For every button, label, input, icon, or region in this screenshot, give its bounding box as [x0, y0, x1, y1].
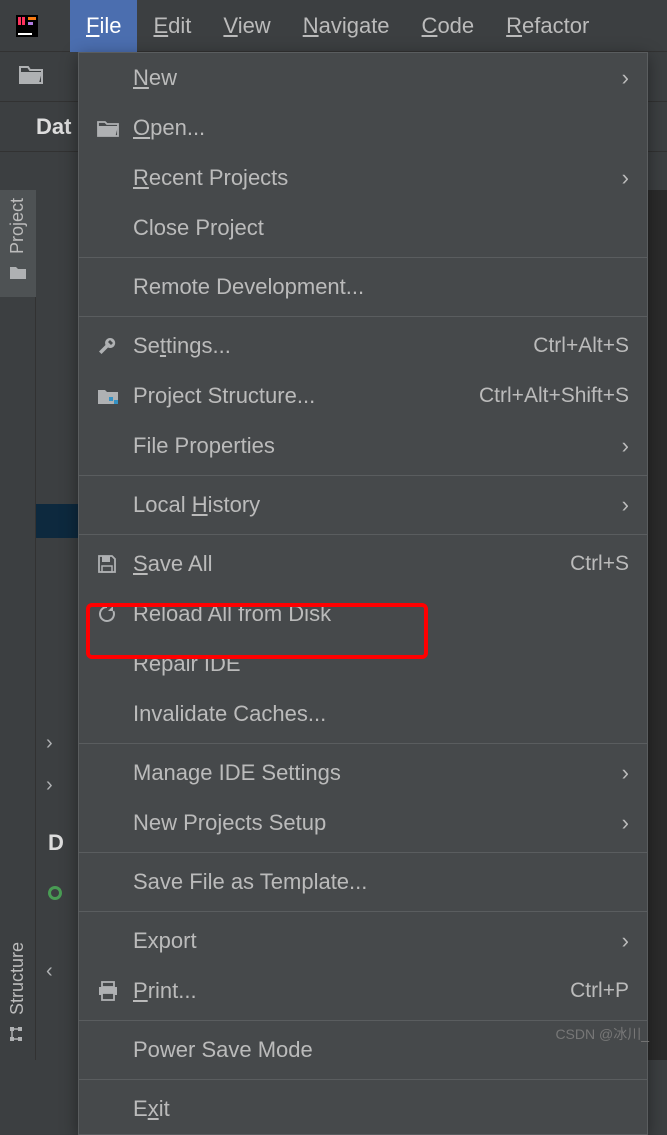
menu-file-properties[interactable]: File Properties › — [79, 421, 647, 471]
menu-separator — [79, 257, 647, 258]
menu-view[interactable]: View — [207, 0, 286, 52]
shortcut-label: Ctrl+Alt+Shift+S — [479, 384, 629, 408]
menu-recent-projects[interactable]: Recent Projects › — [79, 153, 647, 203]
open-folder-icon — [97, 119, 133, 137]
menu-separator — [79, 316, 647, 317]
menu-item-label: New Projects Setup — [133, 810, 614, 836]
menu-local-history[interactable]: Local History › — [79, 480, 647, 530]
shortcut-label: Ctrl+Alt+S — [533, 334, 629, 358]
menu-new-projects-setup[interactable]: New Projects Setup › — [79, 798, 647, 848]
menu-separator — [79, 1079, 647, 1080]
structure-icon — [9, 1025, 27, 1048]
menu-item-label: Repair IDE — [133, 651, 629, 677]
menu-item-label: Project Structure... — [133, 383, 479, 409]
submenu-arrow-icon: › — [622, 810, 629, 836]
menu-item-label: Export — [133, 928, 614, 954]
submenu-arrow-icon: › — [622, 928, 629, 954]
menu-invalidate-caches[interactable]: Invalidate Caches... — [79, 689, 647, 739]
menubar: File Edit View Navigate Code Refactor — [0, 0, 667, 52]
shortcut-label: Ctrl+P — [570, 979, 629, 1003]
menu-separator — [79, 911, 647, 912]
menu-item-label: Recent Projects — [133, 165, 614, 191]
menu-item-label: Invalidate Caches... — [133, 701, 629, 727]
watermark: CSDN @冰川_ — [555, 1024, 649, 1044]
menu-item-label: Reload All from Disk — [133, 601, 629, 627]
project-tree-strip: › › D ‹ — [36, 190, 80, 1060]
menu-exit[interactable]: Exit — [79, 1084, 647, 1134]
menu-print[interactable]: Print...Ctrl+P — [79, 966, 647, 1016]
tree-selection — [36, 504, 79, 538]
file-menu-dropdown: New › Open... Recent Projects › Close Project… — [78, 52, 648, 1135]
menu-separator — [79, 1020, 647, 1021]
menu-new[interactable]: New › — [79, 53, 647, 103]
menu-separator — [79, 475, 647, 476]
menu-manage-ide-settings[interactable]: Manage IDE Settings › — [79, 748, 647, 798]
left-arrow-icon[interactable]: ‹ — [46, 960, 53, 983]
menu-navigate[interactable]: Navigate — [287, 0, 406, 52]
menu-reload-all-from-disk[interactable]: Reload All from Disk — [79, 589, 647, 639]
wrench-icon — [97, 336, 133, 356]
submenu-arrow-icon: › — [622, 492, 629, 518]
submenu-arrow-icon: › — [622, 433, 629, 459]
menu-item-label: Save All — [133, 551, 570, 577]
menu-separator — [79, 534, 647, 535]
print-icon — [97, 981, 133, 1001]
menu-save-file-as-template[interactable]: Save File as Template... — [79, 857, 647, 907]
breadcrumb-text: Dat — [36, 114, 71, 140]
chevron-right-icon[interactable]: › — [46, 774, 53, 797]
menu-item-label: Settings... — [133, 333, 533, 359]
menu-item-label: Save File as Template... — [133, 869, 629, 895]
menu-open[interactable]: Open... — [79, 103, 647, 153]
menu-separator — [79, 743, 647, 744]
menu-separator — [79, 852, 647, 853]
menu-item-label: Print... — [133, 978, 570, 1004]
submenu-arrow-icon: › — [622, 165, 629, 191]
menu-code[interactable]: Code — [406, 0, 491, 52]
menu-item-label: Remote Development... — [133, 274, 629, 300]
submenu-arrow-icon: › — [622, 760, 629, 786]
menu-refactor[interactable]: Refactor — [490, 0, 605, 52]
rail-project[interactable]: Project — [0, 190, 36, 297]
menu-item-label: Manage IDE Settings — [133, 760, 614, 786]
project-structure-icon — [97, 387, 133, 405]
submenu-arrow-icon: › — [622, 65, 629, 91]
menu-remote-development[interactable]: Remote Development... — [79, 262, 647, 312]
menu-item-label: Exit — [133, 1096, 629, 1122]
menu-repair-ide[interactable]: Repair IDE — [79, 639, 647, 689]
menu-settings[interactable]: Settings...Ctrl+Alt+S — [79, 321, 647, 371]
app-icon — [12, 11, 42, 41]
tree-label: D — [48, 830, 64, 856]
chevron-right-icon[interactable]: › — [46, 732, 53, 755]
left-tool-rail: Project Structure — [0, 190, 36, 1060]
menu-item-label: Open... — [133, 115, 629, 141]
folder-icon — [9, 264, 27, 285]
menu-project-structure[interactable]: Project Structure...Ctrl+Alt+Shift+S — [79, 371, 647, 421]
rail-structure[interactable]: Structure — [7, 934, 28, 1060]
shortcut-label: Ctrl+S — [570, 552, 629, 576]
menu-item-label: Close Project — [133, 215, 629, 241]
run-indicator-icon — [48, 886, 62, 900]
menu-item-label: New — [133, 65, 614, 91]
menu-save-all[interactable]: Save AllCtrl+S — [79, 539, 647, 589]
open-folder-icon[interactable] — [18, 63, 44, 90]
save-icon — [97, 554, 133, 574]
reload-icon — [97, 604, 133, 624]
menu-file[interactable]: File — [70, 0, 137, 52]
menu-item-label: File Properties — [133, 433, 614, 459]
menu-edit[interactable]: Edit — [137, 0, 207, 52]
menu-item-label: Local History — [133, 492, 614, 518]
menu-close-project[interactable]: Close Project — [79, 203, 647, 253]
menu-export[interactable]: Export › — [79, 916, 647, 966]
